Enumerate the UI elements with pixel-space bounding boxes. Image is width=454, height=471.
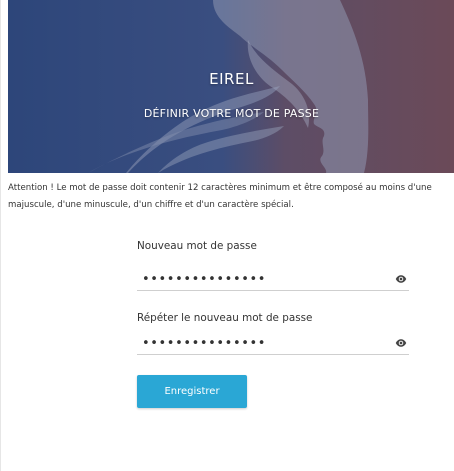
password-requirements-notice: Attention ! Le mot de passe doit conteni… bbox=[8, 183, 432, 210]
repeat-password-label: Répéter le nouveau mot de passe bbox=[137, 312, 313, 324]
app-title: EIREL bbox=[209, 70, 254, 88]
eye-icon[interactable] bbox=[395, 273, 407, 285]
save-button[interactable]: Enregistrer bbox=[137, 375, 247, 408]
eye-icon[interactable] bbox=[395, 337, 407, 349]
repeat-password-input[interactable] bbox=[137, 332, 382, 354]
header-banner: EIREL DÉFINIR VOTRE MOT DE PASSE bbox=[8, 0, 454, 173]
page-title: DÉFINIR VOTRE MOT DE PASSE bbox=[143, 107, 320, 120]
new-password-field bbox=[137, 268, 409, 291]
new-password-label: Nouveau mot de passe bbox=[137, 240, 257, 252]
password-setup-page: EIREL DÉFINIR VOTRE MOT DE PASSE Attenti… bbox=[0, 0, 454, 471]
repeat-password-field bbox=[137, 332, 409, 355]
new-password-input[interactable] bbox=[137, 268, 382, 290]
